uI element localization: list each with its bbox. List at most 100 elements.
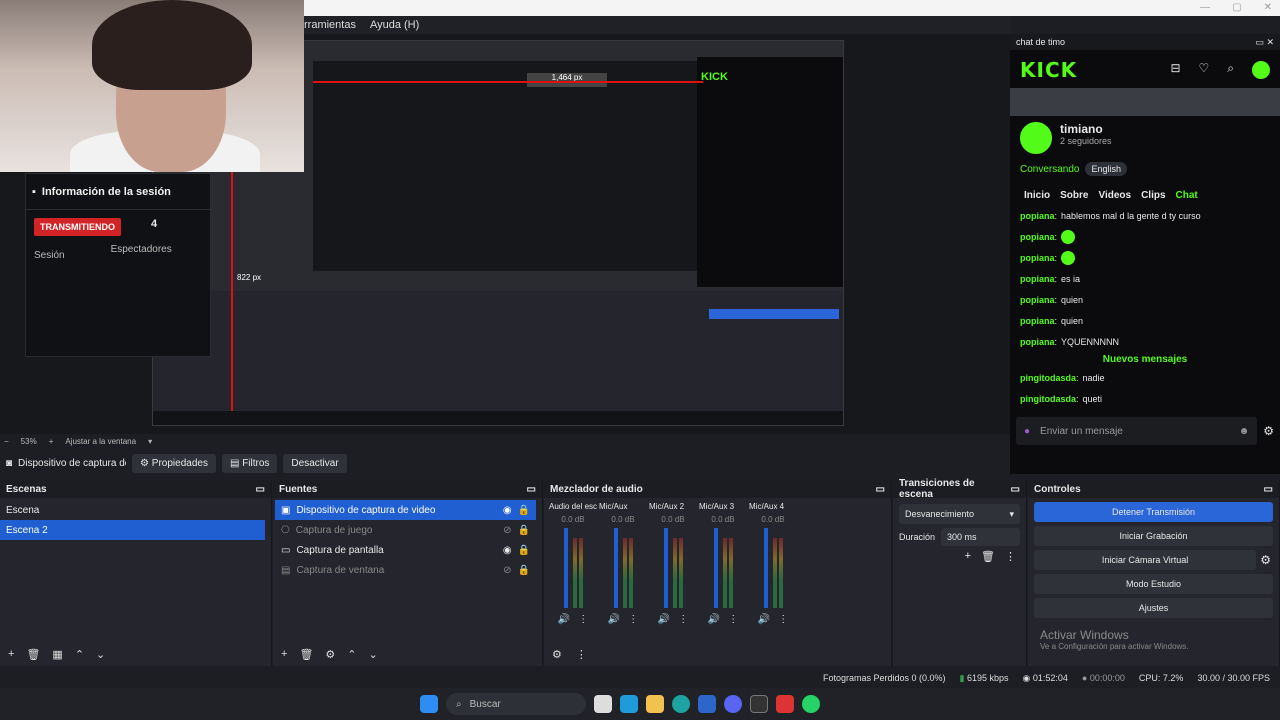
gear-icon[interactable]: ⚙ — [325, 648, 335, 661]
chat-username[interactable]: popiana — [1020, 211, 1055, 221]
more-icon[interactable]: ⋮ — [728, 614, 738, 625]
taskbar-search[interactable]: ⌕ Buscar — [446, 693, 586, 715]
chat-username[interactable]: popiana — [1020, 337, 1055, 347]
undock-icon[interactable]: ▭ — [1264, 484, 1273, 495]
stop-stream-button[interactable]: Detener Transmisión — [1034, 502, 1273, 522]
lock-icon[interactable]: 🔒 — [518, 565, 530, 576]
eye-icon[interactable]: ◉ — [503, 505, 512, 516]
emoji-icon[interactable]: ☻ — [1239, 426, 1250, 437]
more-icon[interactable]: ⋮ — [628, 614, 638, 625]
speaker-icon[interactable]: 🔊 — [608, 614, 620, 625]
whatsapp-icon[interactable] — [802, 695, 820, 713]
volume-slider[interactable] — [663, 528, 668, 608]
folder-icon[interactable] — [646, 695, 664, 713]
zoom-out-icon[interactable]: − — [4, 437, 9, 446]
speaker-icon[interactable]: 🔊 — [558, 614, 570, 625]
deactivate-button[interactable]: Desactivar — [283, 453, 347, 473]
speaker-icon[interactable]: 🔊 — [658, 614, 670, 625]
edge-icon[interactable] — [672, 695, 690, 713]
chat-username[interactable]: popiana — [1020, 253, 1055, 263]
windows-start-icon[interactable] — [420, 695, 438, 713]
start-recording-button[interactable]: Iniciar Grabación — [1034, 526, 1273, 546]
kick-logo[interactable]: KICK — [1020, 58, 1077, 82]
volume-slider[interactable] — [763, 528, 768, 608]
undock-icon[interactable]: ▭ — [256, 484, 265, 495]
chevron-down-icon[interactable]: ▾ — [148, 437, 152, 446]
store-icon[interactable] — [620, 695, 638, 713]
add-icon[interactable]: + — [965, 550, 971, 563]
properties-button[interactable]: ⚙ Propiedades — [132, 453, 216, 473]
scene-item[interactable]: Escena — [0, 500, 271, 520]
source-item[interactable]: ▤ Captura de ventana ⊘ 🔒 — [275, 560, 536, 580]
filter-icon[interactable]: ▦ — [52, 648, 62, 661]
filters-button[interactable]: ▤ Filtros — [221, 453, 278, 473]
chat-username[interactable]: popiana — [1020, 232, 1055, 242]
discord-icon[interactable] — [724, 695, 742, 713]
transition-select[interactable]: Desvanecimiento ▾ — [899, 504, 1020, 524]
eye-hidden-icon[interactable]: ⊘ — [503, 525, 511, 536]
more-icon[interactable]: ⋮ — [678, 614, 688, 625]
volume-slider[interactable] — [713, 528, 718, 608]
duration-input[interactable]: 300 ms — [941, 528, 1020, 546]
zoom-in-icon[interactable]: + — [49, 437, 54, 446]
channel-avatar[interactable] — [1020, 122, 1052, 154]
menu-item-tools[interactable]: rramientas — [304, 19, 356, 31]
task-view-icon[interactable] — [594, 695, 612, 713]
more-icon[interactable]: ⋮ — [778, 614, 788, 625]
scene-item-selected[interactable]: Escena 2 — [0, 520, 265, 540]
tab-inicio[interactable]: Inicio — [1024, 190, 1050, 201]
lock-icon[interactable]: 🔒 — [518, 525, 530, 536]
source-item-selected[interactable]: ▣ Dispositivo de captura de video ◉ 🔒 — [275, 500, 536, 520]
settings-button[interactable]: Ajustes — [1034, 598, 1273, 618]
tab-clips[interactable]: Clips — [1141, 190, 1165, 201]
clip-icon[interactable]: ⊟ — [1170, 61, 1180, 79]
more-icon[interactable]: ⋮ — [576, 648, 587, 661]
chat-username[interactable]: pingitodasda — [1020, 394, 1076, 404]
gear-icon[interactable]: ⚙ — [552, 648, 562, 661]
more-icon[interactable]: ⋮ — [578, 614, 588, 625]
gear-icon[interactable]: ⚙ — [1263, 424, 1274, 438]
maximize-icon[interactable]: ▢ — [1232, 2, 1241, 13]
source-item[interactable]: ⎔ Captura de juego ⊘ 🔒 — [275, 520, 536, 540]
chat-username[interactable]: popiana — [1020, 316, 1055, 326]
trash-icon[interactable]: 🗑 — [26, 648, 40, 661]
speaker-icon[interactable]: 🔊 — [758, 614, 770, 625]
heart-icon[interactable]: ♡ — [1199, 61, 1210, 79]
studio-mode-button[interactable]: Modo Estudio — [1034, 574, 1273, 594]
tab-sobre[interactable]: Sobre — [1060, 190, 1088, 201]
channel-name[interactable]: timiano — [1060, 122, 1112, 136]
lock-icon[interactable]: 🔒 — [518, 505, 530, 516]
avatar[interactable] — [1252, 61, 1270, 79]
chat-username[interactable]: pingitodasda — [1020, 373, 1076, 383]
tab-chat[interactable]: Chat — [1176, 190, 1198, 201]
speaker-icon[interactable]: 🔊 — [708, 614, 720, 625]
minimize-icon[interactable]: — — [1200, 2, 1210, 13]
chat-input[interactable]: ● Enviar un mensaje ☻ — [1016, 417, 1258, 445]
obs-icon[interactable] — [750, 695, 768, 713]
undock-icon[interactable]: ▭ — [876, 484, 885, 495]
close-icon[interactable]: ▭ ✕ — [1255, 37, 1274, 48]
chevron-down-icon[interactable]: ⌄ — [369, 648, 378, 661]
chevron-down-icon[interactable]: ⌄ — [96, 648, 105, 661]
chat-username[interactable]: popiana — [1020, 274, 1055, 284]
eye-hidden-icon[interactable]: ⊘ — [503, 565, 511, 576]
chat-username[interactable]: popiana — [1020, 295, 1055, 305]
eye-icon[interactable]: ◉ — [503, 545, 512, 556]
source-item[interactable]: ▭ Captura de pantalla ◉ 🔒 — [275, 540, 536, 560]
volume-slider[interactable] — [613, 528, 618, 608]
undock-icon[interactable]: ▭ — [527, 484, 536, 495]
tab-videos[interactable]: Videos — [1098, 190, 1131, 201]
search-icon[interactable]: ⌕ — [1227, 61, 1234, 79]
trash-icon[interactable]: 🗑 — [299, 648, 313, 661]
undock-icon[interactable]: ▭ — [1011, 484, 1020, 495]
vivaldi-icon[interactable] — [776, 695, 794, 713]
lock-icon[interactable]: 🔒 — [518, 545, 530, 556]
virtual-camera-button[interactable]: Iniciar Cámara Virtual — [1034, 550, 1257, 570]
app-icon[interactable] — [698, 695, 716, 713]
close-icon[interactable]: ✕ — [1264, 2, 1272, 13]
gear-icon[interactable]: ⚙ — [1260, 553, 1271, 567]
up-icon[interactable]: ⌃ — [347, 648, 356, 661]
menu-item-help[interactable]: Ayuda (H) — [370, 19, 419, 31]
trash-icon[interactable]: 🗑 — [981, 550, 995, 563]
up-icon[interactable]: ⌃ — [75, 648, 84, 661]
